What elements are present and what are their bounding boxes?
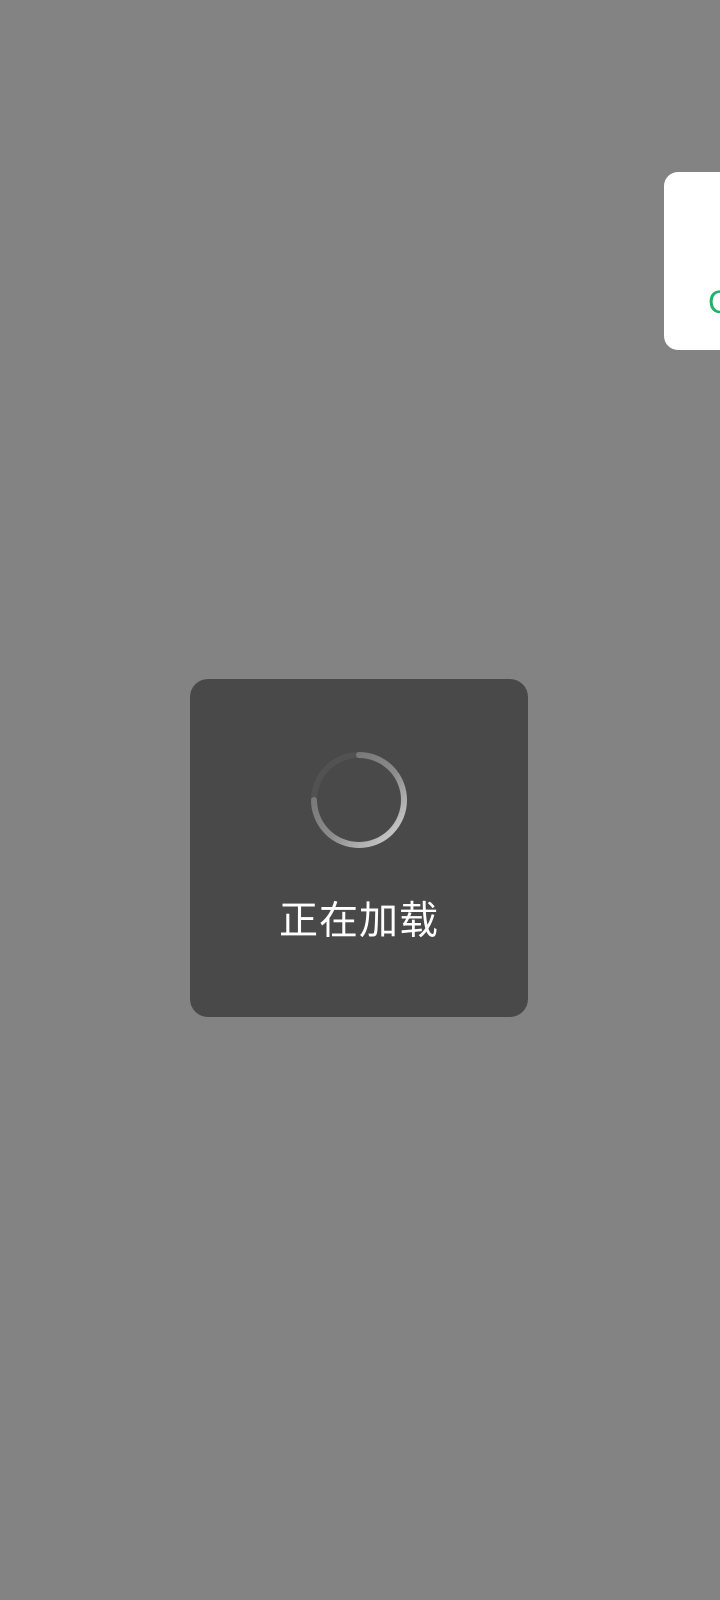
loading-label: 正在加载 <box>278 899 439 944</box>
partial-card-text: C <box>708 284 720 320</box>
spinner-icon <box>311 752 407 848</box>
loading-screen: C 正在加载 <box>0 0 720 1600</box>
partial-card: C <box>664 172 720 350</box>
loading-toast: 正在加载 <box>190 679 528 1017</box>
